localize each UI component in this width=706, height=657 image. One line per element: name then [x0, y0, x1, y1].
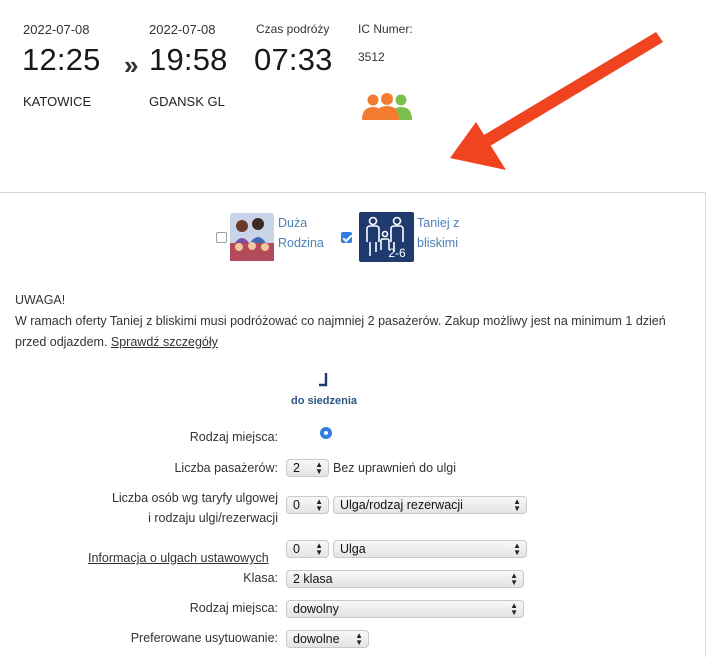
class-label: Klasa:: [243, 571, 278, 585]
notice-line2: przed odjazdem. Sprawdź szczegóły: [15, 332, 695, 353]
details-link[interactable]: Sprawdź szczegóły: [111, 335, 218, 349]
large-family-checkbox[interactable]: [216, 232, 227, 243]
class-select[interactable]: 2 klasa ▲ ▼: [286, 570, 524, 588]
statutory-type-select[interactable]: Ulga ▲ ▼: [333, 540, 527, 558]
statutory-discounts-link[interactable]: Informacja o ulgach ustawowych: [88, 551, 269, 565]
discount-type-value: Ulga/rodzaj rezerwacji: [340, 498, 463, 512]
cheaper-with-family-label-line1: Taniej z: [417, 216, 460, 230]
passengers-label: Liczba pasażerów:: [174, 461, 278, 475]
preferred-position-label: Preferowane usytuowanie:: [130, 631, 278, 645]
direction-separator: »: [124, 50, 139, 80]
stepper-chevrons-icon: ▲ ▼: [315, 460, 323, 476]
notice-title: UWAGA!: [15, 293, 66, 307]
seat-kind-radio[interactable]: [320, 427, 332, 439]
preferred-position-select[interactable]: dowolne ▲ ▼: [286, 630, 369, 648]
arrival-station: GDANSK GL: [149, 94, 225, 109]
departure-date: 2022-07-08: [23, 22, 90, 37]
family-2-6-badge: 2-6: [388, 246, 406, 260]
large-family-label[interactable]: Duża Rodzina: [278, 213, 324, 253]
select-chevrons-icon: ▲ ▼: [355, 631, 363, 647]
discount-persons-label-2: i rodzaju ulgi/rezerwacji: [148, 511, 278, 525]
arrival-date: 2022-07-08: [149, 22, 216, 37]
statutory-type-value: Ulga: [340, 542, 366, 556]
family-2-6-icon: 2-6: [359, 212, 414, 262]
cheaper-with-family-label-line2: bliskimi: [417, 236, 458, 250]
stepper-chevrons-icon: ▲ ▼: [315, 541, 323, 557]
departure-station: KATOWICE: [23, 94, 92, 109]
discount-persons-select[interactable]: 0 ▲ ▼: [286, 496, 329, 514]
cheaper-with-family-checkbox[interactable]: [341, 232, 352, 243]
discount-type-select[interactable]: Ulga/rodzaj rezerwacji ▲ ▼: [333, 496, 527, 514]
seat-place-value: dowolny: [293, 602, 339, 616]
stepper-chevrons-icon: ▲ ▼: [315, 497, 323, 513]
travel-time-value: 07:33: [254, 42, 333, 77]
notice-line1: W ramach oferty Taniej z bliskimi musi p…: [15, 314, 666, 328]
select-chevrons-icon: ▲ ▼: [513, 497, 521, 513]
discount-persons-value: 0: [293, 498, 300, 512]
passengers-value: 2: [293, 461, 300, 475]
notice-line2-text: przed odjazdem.: [15, 335, 111, 349]
large-family-icon: [230, 213, 274, 261]
notice: UWAGA! W ramach oferty Taniej z bliskimi…: [15, 290, 695, 353]
train-number-label: IC Numer:: [358, 22, 413, 36]
select-chevrons-icon: ▲ ▼: [510, 601, 518, 617]
class-value: 2 klasa: [293, 572, 333, 586]
select-chevrons-icon: ▲ ▼: [510, 571, 518, 587]
seat-icon: [319, 373, 328, 387]
group-people-icon: [362, 93, 412, 120]
large-family-label-line2: Rodzina: [278, 236, 324, 250]
seat-type-caption: do siedzenia: [291, 395, 358, 407]
statutory-count-select[interactable]: 0 ▲ ▼: [286, 540, 329, 558]
statutory-count-value: 0: [293, 542, 300, 556]
departure-time: 12:25: [22, 42, 101, 77]
passengers-select[interactable]: 2 ▲ ▼: [286, 459, 329, 477]
arrival-time: 19:58: [149, 42, 228, 77]
train-number: 3512: [358, 50, 385, 64]
cheaper-with-family-label[interactable]: Taniej z bliskimi: [417, 213, 459, 253]
seat-kind-label: Rodzaj miejsca:: [189, 430, 278, 444]
seat-place-select[interactable]: dowolny ▲ ▼: [286, 600, 524, 618]
large-family-label-line1: Duża: [278, 216, 308, 230]
section-divider: [0, 192, 706, 193]
discount-persons-label-1: Liczba osób wg taryfy ulgowej: [111, 491, 278, 505]
travel-time-label: Czas podróży: [256, 22, 330, 36]
select-chevrons-icon: ▲ ▼: [513, 541, 521, 557]
red-annotation-arrow-icon: [450, 32, 663, 170]
seat-place-label: Rodzaj miejsca:: [189, 601, 278, 615]
journey-summary: 2022-07-08 12:25 KATOWICE » 2022-07-08 1…: [0, 0, 706, 192]
passengers-note: Bez uprawnień do ulgi: [333, 461, 456, 475]
preferred-position-value: dowolne: [293, 632, 340, 646]
